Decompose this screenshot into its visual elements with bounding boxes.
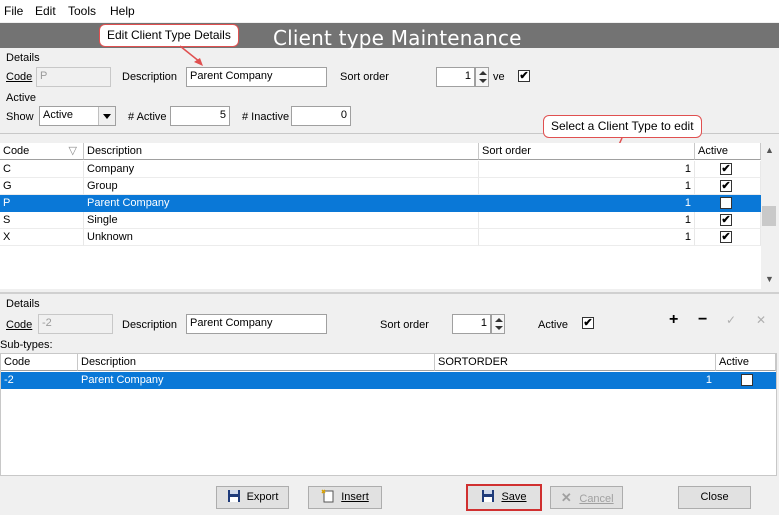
subtype-sort-order-label: Sort order [380, 319, 429, 331]
subtype-active-label: Active [538, 319, 568, 331]
table-row[interactable]: C Company 1 ✔ [0, 161, 761, 178]
cell-description: Group [84, 178, 479, 195]
remove-icon[interactable]: − [698, 311, 707, 329]
chevron-down-icon [98, 107, 115, 125]
table-row[interactable]: S Single 1 ✔ [0, 212, 761, 229]
cell-active: ✔ [695, 229, 761, 246]
show-label: Show [6, 111, 34, 123]
cancel-x-icon: ✕ [560, 490, 572, 505]
scroll-down-icon[interactable]: ▼ [765, 274, 774, 284]
cell-description: Unknown [84, 229, 479, 246]
inactive-count-label: # Inactive [242, 111, 290, 123]
export-button[interactable]: Export [216, 486, 289, 509]
active-group-label: Active [6, 92, 36, 104]
cell-active: ✔ [695, 195, 761, 212]
cell-code: S [0, 212, 84, 229]
subtypes-grid: Code Description SORTORDER Active -2 Par… [0, 353, 777, 476]
row-active-checkbox[interactable]: ✔ [741, 374, 753, 386]
cancel-button[interactable]: ✕ Cancel [550, 486, 623, 509]
column-header-active[interactable]: Active [695, 143, 761, 160]
table-row[interactable]: X Unknown 1 ✔ [0, 229, 761, 246]
description-field[interactable]: Parent Company [186, 67, 327, 87]
row-active-checkbox[interactable]: ✔ [720, 163, 732, 175]
active-label-short: ve [493, 71, 505, 83]
splitter[interactable] [0, 292, 779, 294]
table-row-selected[interactable]: P Parent Company 1 ✔ [0, 195, 761, 212]
scrollbar-thumb[interactable] [762, 206, 776, 226]
code-field[interactable]: P [36, 67, 111, 87]
row-active-checkbox[interactable]: ✔ [720, 197, 732, 209]
subtypes-label: Sub-types: [0, 339, 53, 351]
floppy-disk-icon [227, 490, 240, 502]
cell-active: ✔ [695, 178, 761, 195]
active-checkbox[interactable]: ✔ [518, 70, 530, 82]
client-types-grid: Code ▽ Description Sort order Active C Co… [0, 143, 761, 289]
subtype-description-label: Description [122, 319, 178, 331]
show-select[interactable]: Active [39, 106, 116, 126]
details-group-label: Details [6, 52, 40, 64]
cell-code: G [0, 178, 84, 195]
table-row[interactable]: G Group 1 ✔ [0, 178, 761, 195]
select-type-callout: Select a Client Type to edit [543, 115, 702, 138]
cell-active: ✔ [695, 161, 761, 178]
row-active-checkbox[interactable]: ✔ [720, 231, 732, 243]
subtype-code-field[interactable]: -2 [38, 314, 113, 334]
cell-sort: 1 [479, 195, 695, 212]
new-document-icon [321, 489, 334, 503]
close-button[interactable]: Close [678, 486, 751, 509]
subtype-sort-order-spinner[interactable] [491, 314, 505, 334]
edit-callout-arrow [179, 45, 201, 63]
save-button[interactable]: Save [466, 484, 542, 511]
cancel-x-icon[interactable]: ✕ [756, 313, 766, 327]
active-count-field: 5 [170, 106, 230, 126]
cell-code: -2 [1, 372, 78, 389]
active-count-label: # Active [128, 111, 167, 123]
scroll-up-icon[interactable]: ▲ [765, 145, 774, 155]
insert-button[interactable]: Insert [308, 486, 382, 509]
cell-description: Parent Company [84, 195, 479, 212]
subtype-active-checkbox[interactable]: ✔ [582, 317, 594, 329]
cell-description: Parent Company [78, 372, 435, 389]
cell-active: ✔ [695, 212, 761, 229]
subtype-row-selected[interactable]: -2 Parent Company 1 ✔ [1, 372, 776, 389]
subtype-code-label: Code [6, 319, 33, 331]
grid-scrollbar[interactable]: ▲ ▼ [761, 143, 778, 289]
cell-sort: 1 [479, 178, 695, 195]
inactive-count-field: 0 [291, 106, 351, 126]
cell-sort: 1 [479, 161, 695, 178]
add-icon[interactable]: + [669, 311, 678, 329]
description-label: Description [122, 71, 178, 83]
column-header-sort-order[interactable]: Sort order [479, 143, 695, 160]
sort-order-field[interactable]: 1 [436, 67, 475, 87]
cell-active: ✔ [716, 372, 776, 389]
sub-column-header-sortorder[interactable]: SORTORDER [435, 354, 716, 371]
cell-code: C [0, 161, 84, 178]
row-active-checkbox[interactable]: ✔ [720, 180, 732, 192]
sort-order-label: Sort order [340, 71, 389, 83]
subtype-sort-order-field[interactable]: 1 [452, 314, 491, 334]
subtype-details-label: Details [6, 298, 40, 310]
subtype-description-field[interactable]: Parent Company [186, 314, 327, 334]
cell-code: P [0, 195, 84, 212]
sort-order-spinner[interactable] [475, 67, 489, 87]
sub-column-header-description[interactable]: Description [78, 354, 435, 371]
check-icon[interactable]: ✓ [726, 313, 736, 327]
sub-column-header-code[interactable]: Code [1, 354, 78, 371]
row-active-checkbox[interactable]: ✔ [720, 214, 732, 226]
sub-column-header-active[interactable]: Active [716, 354, 776, 371]
cell-code: X [0, 229, 84, 246]
cell-sort: 1 [479, 229, 695, 246]
cell-sort: 1 [479, 212, 695, 229]
cell-description: Company [84, 161, 479, 178]
cell-sort: 1 [435, 372, 716, 389]
floppy-disk-icon [482, 490, 495, 502]
column-header-code[interactable]: Code ▽ [0, 143, 84, 160]
column-header-description[interactable]: Description [84, 143, 479, 160]
code-label: Code [6, 71, 33, 83]
sort-arrow-icon: ▽ [68, 145, 77, 157]
cell-description: Single [84, 212, 479, 229]
